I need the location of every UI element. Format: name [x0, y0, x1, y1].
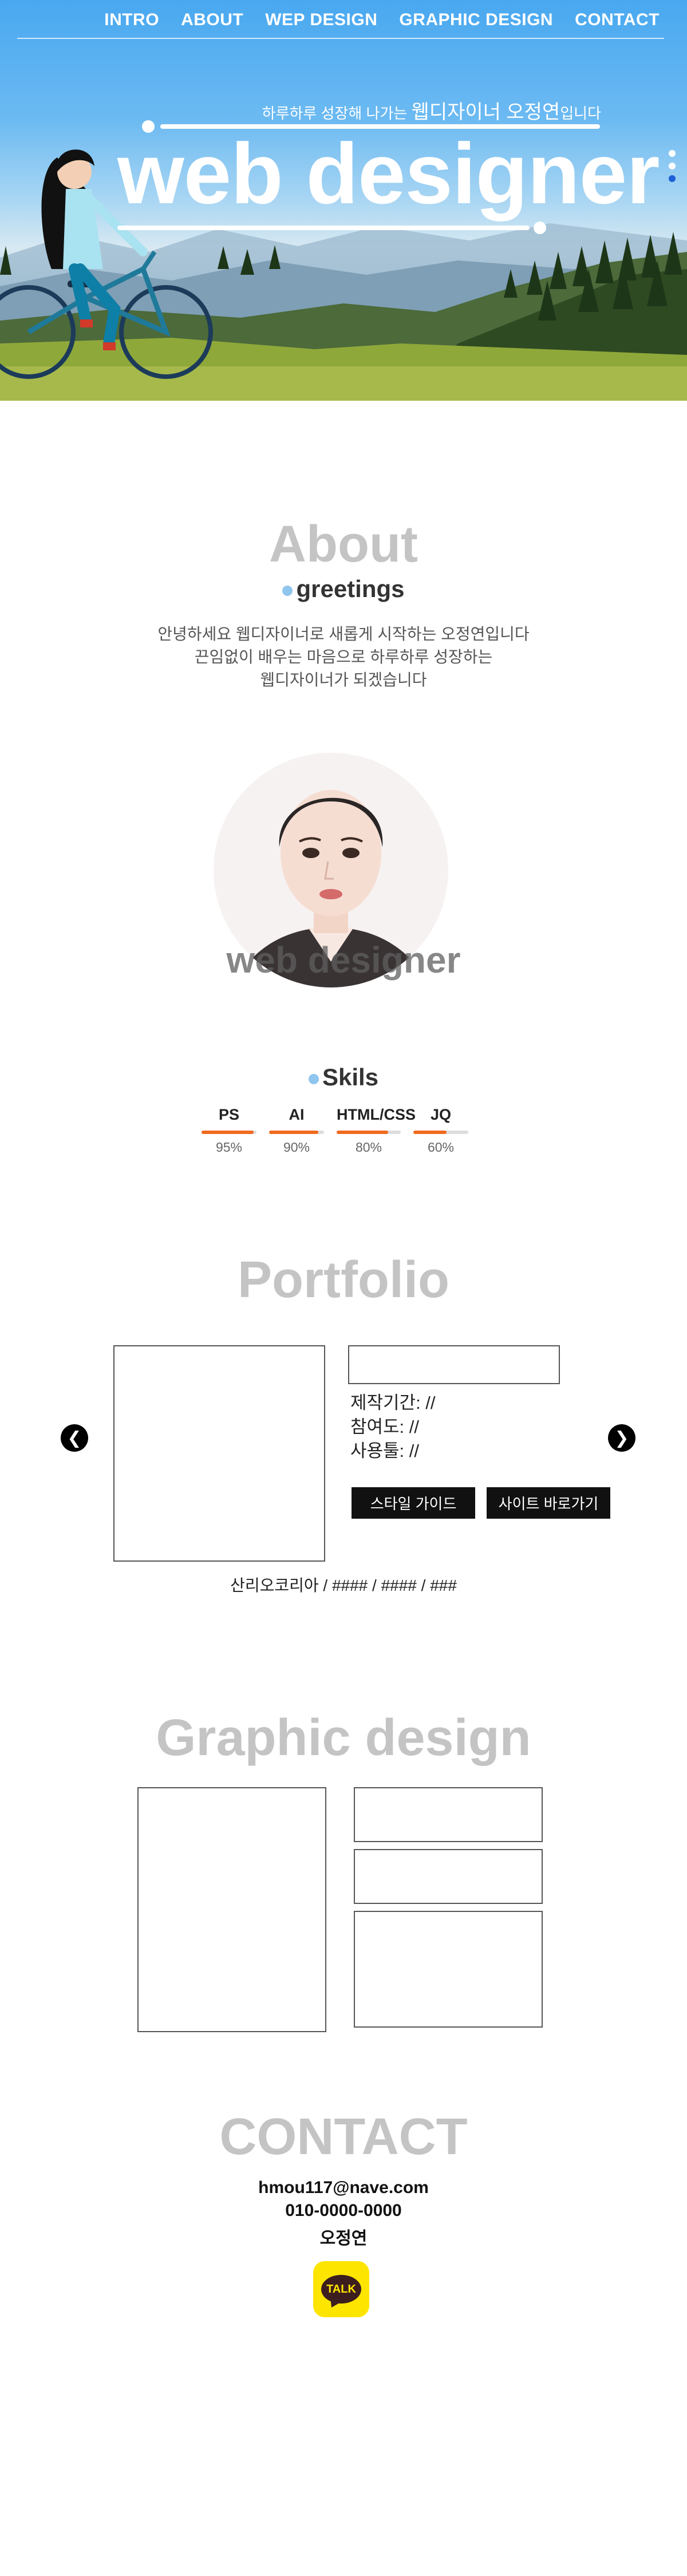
- hero-subtitle-prefix: 하루하루 성장해 나가는: [262, 105, 408, 122]
- about-line-1: 안녕하세요 웹디자이너로 새롭게 시작하는 오정연입니다: [157, 625, 530, 643]
- skill-bar: [337, 1131, 401, 1134]
- hero-line-dot-bottom: [534, 222, 546, 234]
- graphic-item-1[interactable]: [354, 1787, 543, 1842]
- skill-ps: PS 95%: [202, 1106, 256, 1155]
- portfolio-logo-box: [348, 1345, 560, 1384]
- nav-web-design[interactable]: WEP DESIGN: [265, 10, 377, 30]
- contact-name: 오정연: [319, 2229, 368, 2248]
- skill-value: 80%: [355, 1140, 382, 1155]
- portfolio-caption: 산리오코리아 / #### / #### / ###: [230, 1577, 457, 1594]
- portfolio-prev-arrow[interactable]: ❮: [61, 1424, 88, 1452]
- about-title: About: [269, 516, 418, 573]
- portfolio-next-arrow[interactable]: ❯: [608, 1424, 635, 1452]
- portrait-caption: web designer: [226, 939, 461, 981]
- nav-about[interactable]: ABOUT: [181, 10, 243, 30]
- skill-name: HTML/CSS: [337, 1106, 416, 1123]
- contact-phone: 010-0000-0000: [285, 2201, 402, 2220]
- section-indicator: [669, 150, 676, 182]
- skill-name: PS: [218, 1106, 240, 1123]
- skill-bar-fill: [202, 1131, 254, 1134]
- skill-value: 95%: [215, 1140, 243, 1155]
- portfolio-meta: 제작기간: // 참여도: // 사용툴: //: [350, 1391, 436, 1463]
- skills-label: Skils: [322, 1064, 379, 1091]
- indicator-dot-2[interactable]: [669, 163, 676, 169]
- hero-title: web designer: [117, 125, 660, 222]
- site-link-button[interactable]: 사이트 바로가기: [487, 1487, 610, 1519]
- portfolio-title: Portfolio: [238, 1251, 449, 1309]
- hero-subtitle-name: 웹디자이너 오정연: [411, 101, 560, 123]
- skill-jq: JQ 60%: [413, 1106, 468, 1155]
- about-text: 안녕하세요 웹디자이너로 새롭게 시작하는 오정연입니다 끈임없이 배우는 마음…: [0, 623, 687, 692]
- main-nav: INTRO ABOUT WEP DESIGN GRAPHIC DESIGN CO…: [104, 10, 660, 30]
- indicator-dot-3[interactable]: [669, 175, 676, 182]
- nav-intro[interactable]: INTRO: [104, 10, 159, 30]
- skill-name: AI: [289, 1106, 305, 1123]
- about-line-2: 끈임없이 배우는 마음으로 하루하루 성장하는: [194, 648, 493, 666]
- skill-html-css: HTML/CSS 80%: [337, 1106, 416, 1155]
- skill-ai: AI 90%: [269, 1106, 324, 1155]
- skill-bar-fill: [413, 1131, 447, 1134]
- hero-section: INTRO ABOUT WEP DESIGN GRAPHIC DESIGN CO…: [0, 0, 687, 401]
- skills-heading: Skils: [0, 1064, 687, 1091]
- portfolio-period: 제작기간: //: [350, 1393, 436, 1413]
- nav-graphic-design[interactable]: GRAPHIC DESIGN: [399, 10, 553, 30]
- skills-bullet-icon: [308, 1073, 319, 1084]
- contact-title: CONTACT: [219, 2108, 468, 2166]
- hero-subtitle: 하루하루 성장해 나가는 웹디자이너 오정연입니다: [262, 96, 601, 124]
- indicator-dot-1[interactable]: [669, 150, 676, 157]
- skill-name: JQ: [430, 1106, 452, 1123]
- graphic-item-large[interactable]: [137, 1787, 326, 2032]
- hero-line-bottom: [117, 226, 530, 230]
- kakaotalk-button[interactable]: TALK: [313, 2261, 369, 2317]
- hero-subtitle-suffix: 입니다: [560, 105, 601, 122]
- graphic-item-3[interactable]: [354, 1911, 543, 2028]
- skill-value: 60%: [427, 1140, 455, 1155]
- skill-bar: [269, 1131, 324, 1134]
- skill-bar-fill: [337, 1131, 388, 1134]
- kakaotalk-label: TALK: [326, 2282, 356, 2296]
- greetings-label: greetings: [296, 575, 405, 602]
- contact-email[interactable]: hmou117@nave.com: [0, 2178, 687, 2198]
- skill-bar: [413, 1131, 468, 1134]
- portfolio-participation: 참여도: //: [350, 1417, 420, 1437]
- nav-contact[interactable]: CONTACT: [575, 10, 660, 30]
- skill-value: 90%: [283, 1140, 310, 1155]
- graphic-title: Graphic design: [156, 1709, 531, 1767]
- greetings-bullet-icon: [282, 585, 293, 596]
- skill-bar-fill: [269, 1131, 319, 1134]
- skill-bar: [202, 1131, 256, 1134]
- style-guide-button[interactable]: 스타일 가이드: [352, 1487, 475, 1519]
- portfolio-tools: 사용툴: //: [350, 1441, 420, 1461]
- about-line-3: 웹디자이너가 되겠습니다: [260, 671, 427, 689]
- nav-divider: [17, 38, 664, 39]
- kakaotalk-icon: TALK: [321, 2275, 361, 2304]
- portfolio-preview-image[interactable]: [113, 1345, 325, 1562]
- graphic-item-2[interactable]: [354, 1849, 543, 1904]
- greetings-heading: greetings: [0, 575, 687, 603]
- skills-list: PS 95% AI 90% HTML/CSS 80% JQ 60%: [202, 1106, 468, 1155]
